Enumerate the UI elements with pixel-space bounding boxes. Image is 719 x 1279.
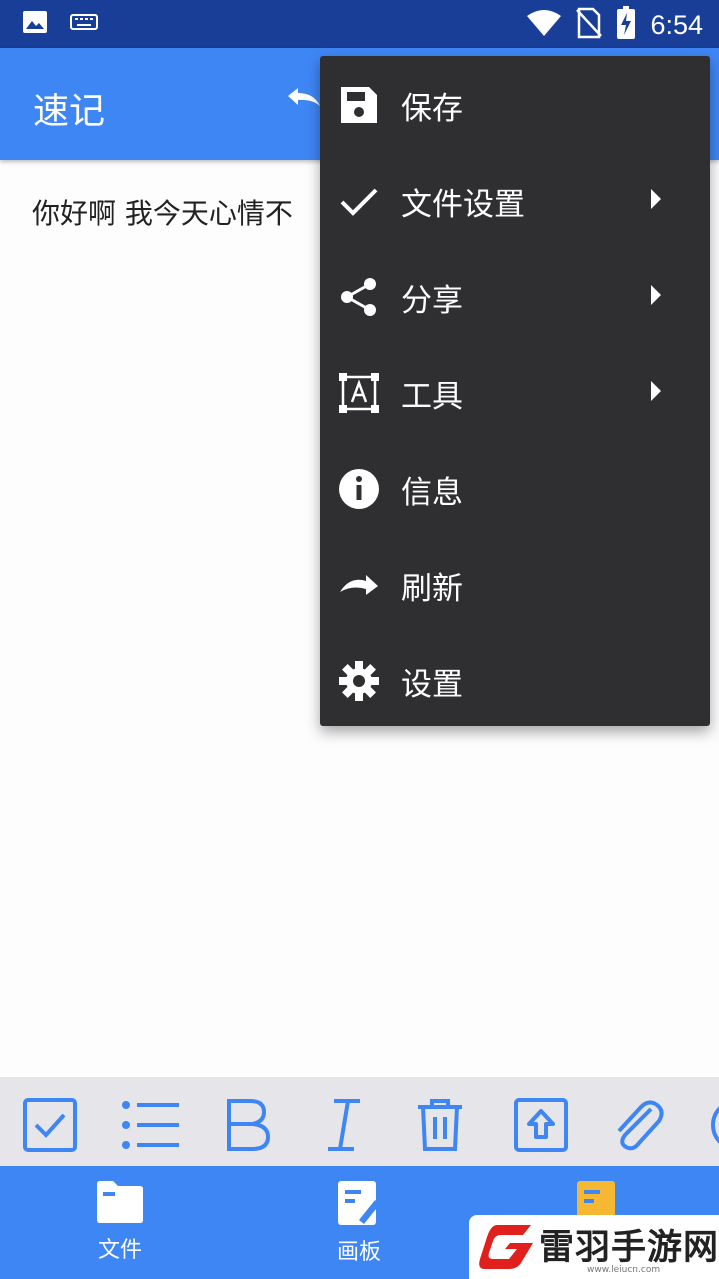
save-icon (338, 84, 380, 126)
keyboard-notification-icon (70, 12, 98, 36)
info-icon (338, 468, 380, 510)
nav-label: 画板 (336, 1240, 381, 1265)
no-sim-icon (576, 7, 603, 43)
menu-item-label: 设置 (401, 667, 463, 703)
submenu-arrow-icon (649, 189, 663, 213)
share-icon (338, 276, 380, 318)
image-notification-icon (22, 10, 48, 38)
bold-icon[interactable] (224, 1097, 280, 1153)
menu-item-refresh[interactable]: 刷新 (320, 536, 710, 632)
drawing-icon (337, 1181, 381, 1230)
status-bar: 6:54 (0, 0, 719, 48)
upload-icon[interactable] (513, 1097, 569, 1153)
menu-item-save[interactable]: 保存 (320, 56, 710, 152)
submenu-arrow-icon (649, 285, 663, 309)
menu-item-label: 信息 (401, 475, 463, 511)
format-toolbar (0, 1077, 719, 1166)
undo-icon[interactable] (282, 84, 322, 122)
menu-item-label: 分享 (401, 283, 463, 319)
check-icon (338, 180, 380, 222)
italic-icon[interactable] (324, 1097, 380, 1153)
menu-item-label: 刷新 (401, 571, 463, 607)
overflow-menu: 保存 文件设置 分享 工具 信息 刷新 设置 (320, 56, 710, 726)
page-title: 速记 (33, 91, 106, 132)
folder-icon (95, 1181, 145, 1228)
menu-item-label: 保存 (401, 91, 463, 127)
gear-icon (338, 660, 380, 702)
text-box-icon (338, 372, 380, 414)
menu-item-label: 文件设置 (401, 187, 525, 223)
menu-item-tools[interactable]: 工具 (320, 344, 710, 440)
watermark-text: 雷羽手游网 (539, 1227, 719, 1268)
attachment-icon[interactable] (611, 1097, 667, 1153)
watermark: 雷羽手游网 www.leiucn.com (469, 1215, 719, 1279)
nav-label: 文件 (97, 1238, 142, 1263)
watermark-logo-icon (477, 1221, 535, 1277)
trash-icon[interactable] (414, 1097, 470, 1153)
submenu-arrow-icon (649, 381, 663, 405)
redo-icon (338, 564, 380, 606)
nav-item-drawing[interactable]: 画板 (299, 1180, 419, 1266)
list-icon[interactable] (121, 1097, 179, 1153)
battery-charging-icon (616, 6, 636, 44)
menu-item-label: 工具 (401, 379, 463, 415)
clock: 6:54 (650, 9, 703, 40)
wifi-icon (526, 8, 562, 42)
checkbox-icon[interactable] (22, 1097, 78, 1153)
menu-item-share[interactable]: 分享 (320, 248, 710, 344)
note-editor[interactable]: 你好啊 我今天心情不 (32, 192, 293, 232)
more-icon[interactable] (709, 1097, 719, 1153)
watermark-url: www.leiucn.com (587, 1265, 661, 1275)
menu-item-info[interactable]: 信息 (320, 440, 710, 536)
menu-item-settings[interactable]: 设置 (320, 632, 710, 728)
menu-item-file-settings[interactable]: 文件设置 (320, 152, 710, 248)
nav-item-files[interactable]: 文件 (60, 1180, 180, 1264)
